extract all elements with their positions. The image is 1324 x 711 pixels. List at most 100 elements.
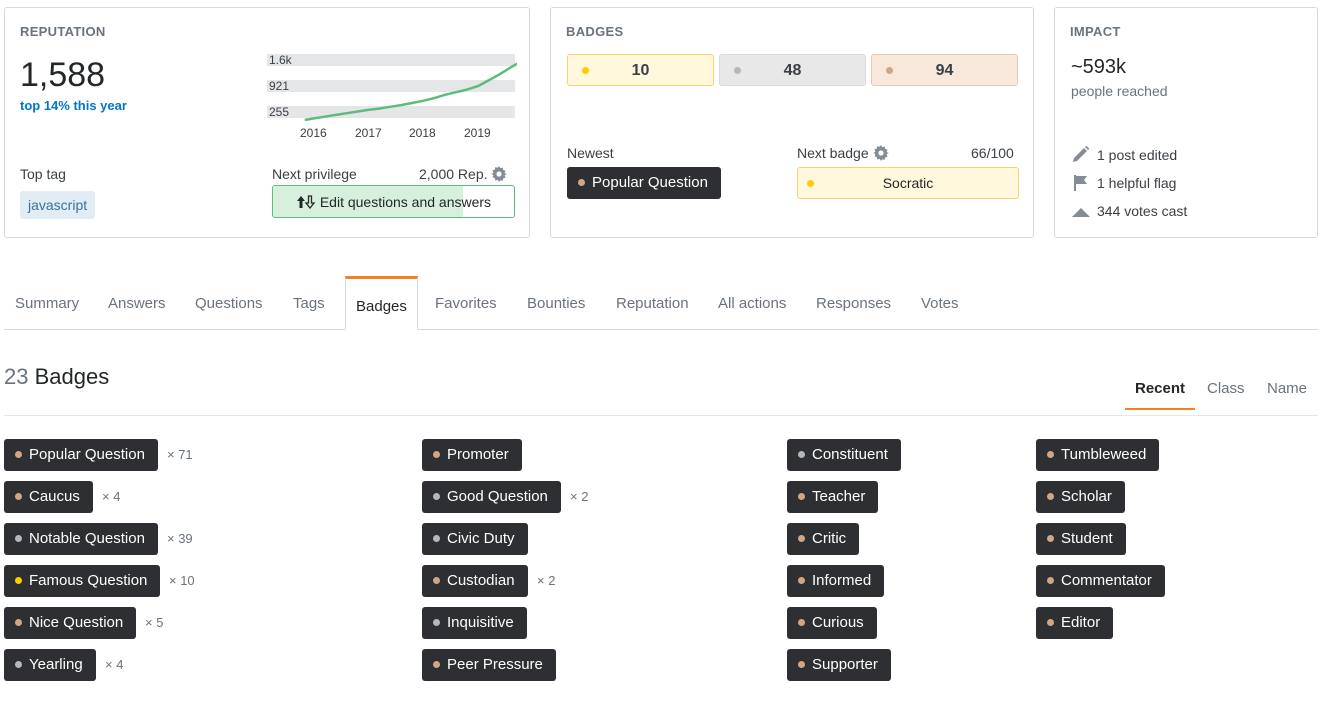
badge-pill[interactable]: Caucus (4, 481, 93, 513)
badge-pill[interactable]: Custodian (422, 565, 528, 597)
badge-pill[interactable]: Nice Question (4, 607, 137, 639)
gear-icon[interactable] (872, 145, 889, 161)
impact-votes-text: 344 votes cast (1097, 203, 1188, 219)
badge-award-count: × 2 (570, 489, 589, 504)
tab-responses[interactable]: Responses (816, 295, 891, 312)
reputation-title: REPUTATION (20, 24, 106, 39)
newest-badge[interactable]: Popular Question (567, 167, 721, 199)
flag-icon (1074, 175, 1087, 191)
sort-name[interactable]: Name (1267, 380, 1307, 397)
badge-pill[interactable]: Good Question (422, 481, 561, 513)
badges-section-title: 23 Badges (4, 364, 109, 390)
badge-pill[interactable]: Yearling (4, 649, 96, 681)
badge-pill[interactable]: Notable Question (4, 523, 158, 555)
privilege-text: Edit questions and answers (273, 194, 514, 210)
silver-badge-count[interactable]: 48 (719, 54, 866, 86)
badge-pill[interactable]: Commentator (1036, 565, 1165, 597)
profile-tabs: Summary Answers Questions Tags Badges Fa… (4, 276, 1318, 330)
badge-name: Famous Question (29, 572, 148, 589)
gold-badge-icon (807, 180, 814, 187)
badge-pill[interactable]: Critic (787, 523, 860, 555)
tab-tags[interactable]: Tags (293, 295, 325, 312)
bronze-badge-icon (886, 67, 893, 74)
tab-favorites[interactable]: Favorites (435, 295, 497, 312)
tab-reputation[interactable]: Reputation (616, 295, 689, 312)
tab-questions[interactable]: Questions (195, 295, 263, 312)
impact-row-flags: 1 helpful flag (1071, 174, 1176, 192)
bronze-badge-icon (433, 451, 440, 458)
sort-recent[interactable]: Recent (1135, 380, 1185, 397)
bronze-badge-icon (15, 493, 22, 500)
badge-name: Supporter (812, 656, 878, 673)
impact-subtitle: people reached (1071, 83, 1168, 99)
gold-badge-icon (582, 67, 589, 74)
bronze-badge-icon (798, 661, 805, 668)
badge-pill[interactable]: Editor (1036, 607, 1114, 639)
next-badge-socratic[interactable]: Socratic (797, 167, 1019, 199)
badge-name: Peer Pressure (447, 656, 543, 673)
badge-name: Promoter (447, 446, 509, 463)
impact-edits-text: 1 post edited (1097, 147, 1178, 163)
badge-pill[interactable]: Curious (787, 607, 877, 639)
tab-bounties[interactable]: Bounties (527, 295, 585, 312)
badge-pill[interactable]: Popular Question (4, 439, 158, 471)
badge-pill[interactable]: Teacher (787, 481, 879, 513)
bronze-badge-icon (1047, 493, 1054, 500)
bronze-badge-icon (798, 619, 805, 626)
badge-pill[interactable]: Famous Question (4, 565, 161, 597)
section-divider (4, 415, 1318, 416)
badge-pill[interactable]: Supporter (787, 649, 891, 681)
badge-name: Editor (1061, 614, 1101, 631)
badge-pill[interactable]: Peer Pressure (422, 649, 556, 681)
silver-badge-icon (734, 67, 741, 74)
reputation-rank-link[interactable]: top 14% this year (20, 98, 127, 113)
bronze-badge-count[interactable]: 94 (871, 54, 1018, 86)
next-privilege-rep: 2,000 Rep. (419, 166, 508, 182)
gear-icon[interactable] (491, 166, 508, 182)
badge-name: Nice Question (29, 614, 124, 631)
silver-badge-icon (433, 493, 440, 500)
silver-badge-icon (798, 451, 805, 458)
badge-name: Yearling (29, 656, 83, 673)
badge-pill[interactable]: Promoter (422, 439, 522, 471)
sort-active-underline (1125, 408, 1195, 410)
badge-name: Civic Duty (447, 530, 515, 547)
silver-badge-icon (15, 535, 22, 542)
badge-name: Notable Question (29, 530, 145, 547)
badge-pill[interactable]: Civic Duty (422, 523, 528, 555)
badge-name: Constituent (812, 446, 888, 463)
gold-badge-count[interactable]: 10 (567, 54, 714, 86)
badge-name: Popular Question (29, 446, 145, 463)
reputation-chart: 1.6k 921 255 2016 2017 2018 2019 (267, 52, 517, 142)
newest-badge-name: Popular Question (592, 174, 708, 191)
silver-badge-icon (15, 661, 22, 668)
badge-award-count: × 5 (145, 615, 164, 630)
badge-pill[interactable]: Informed (787, 565, 885, 597)
sort-class[interactable]: Class (1207, 380, 1245, 397)
tab-votes[interactable]: Votes (921, 295, 959, 312)
bronze-badge-icon (1047, 577, 1054, 584)
privilege-progress-bar[interactable]: Edit questions and answers (272, 185, 515, 218)
badge-pill[interactable]: Constituent (787, 439, 901, 471)
tab-badges[interactable]: Badges (345, 276, 418, 330)
badges-section-label: Badges (34, 364, 110, 389)
pencil-icon (1073, 145, 1090, 162)
badge-award-count: × 39 (167, 531, 193, 546)
badge-pill[interactable]: Scholar (1036, 481, 1125, 513)
gold-count-value: 10 (631, 62, 650, 79)
chart-plot (304, 62, 517, 122)
bronze-badge-icon (798, 535, 805, 542)
badge-pill[interactable]: Inquisitive (422, 607, 527, 639)
badge-pill[interactable]: Student (1036, 523, 1126, 555)
badge-pill[interactable]: Tumbleweed (1036, 439, 1160, 471)
tab-all-actions[interactable]: All actions (718, 295, 786, 312)
badge-award-count: × 4 (102, 489, 121, 504)
badge-name: Tumbleweed (1061, 446, 1147, 463)
tab-answers[interactable]: Answers (108, 295, 166, 312)
tab-summary[interactable]: Summary (15, 295, 79, 312)
bronze-badge-icon (15, 619, 22, 626)
impact-value: ~593k (1071, 56, 1127, 78)
top-tag-javascript[interactable]: javascript (20, 191, 96, 219)
bronze-badge-icon (433, 577, 440, 584)
impact-title: IMPACT (1070, 24, 1121, 39)
